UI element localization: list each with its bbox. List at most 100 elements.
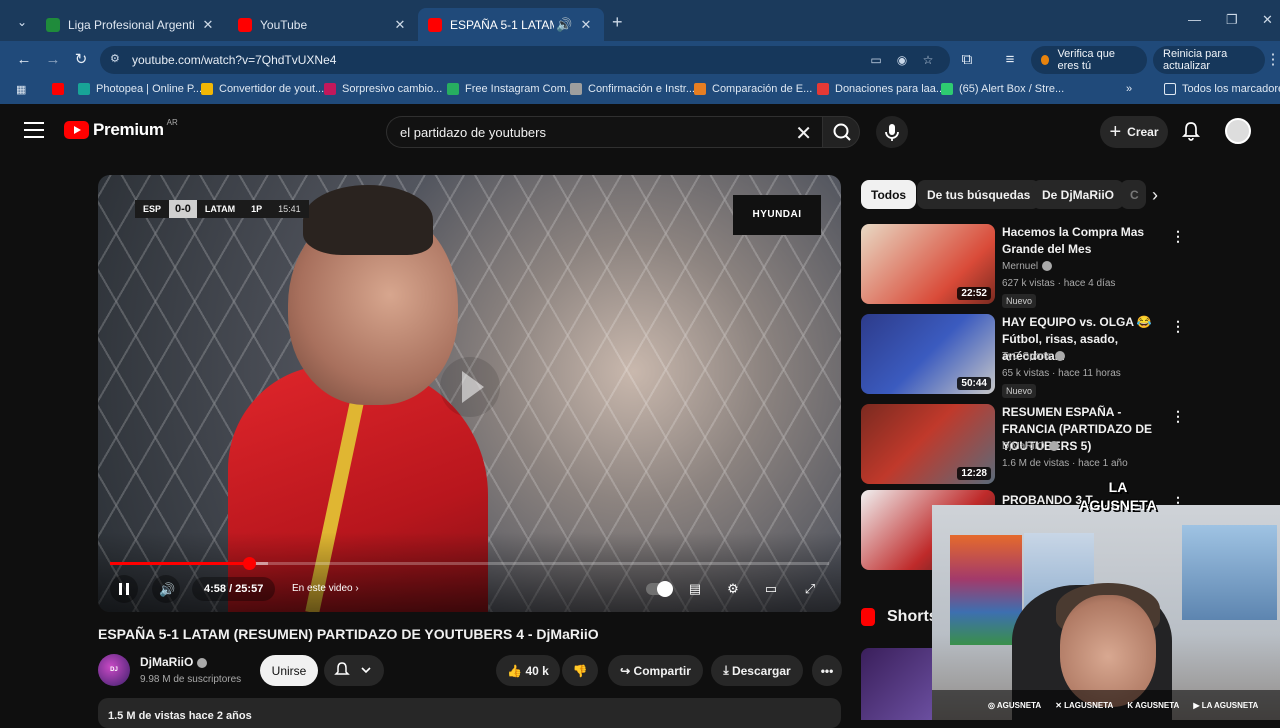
youtube-bookmark[interactable] — [52, 83, 70, 95]
country-code: AR — [166, 117, 178, 127]
bookmark-item[interactable]: Convertidor de yout... — [201, 83, 324, 95]
youtube-premium-logo[interactable]: Premium AR — [64, 117, 178, 140]
account-avatar[interactable] — [1225, 118, 1251, 144]
share-button[interactable]: ↪ Compartir — [608, 655, 703, 686]
bookmark-item[interactable]: Free Instagram Com... — [447, 83, 575, 95]
site-info-icon[interactable]: ⚙ — [110, 52, 126, 68]
tab-search-button[interactable]: ⌄ — [12, 12, 32, 32]
share-label: Compartir — [633, 663, 691, 678]
related-video[interactable]: 12:28 RESUMEN ESPAÑA - FRANCIA (PARTIDAZ… — [861, 404, 1185, 486]
voice-search-button[interactable] — [876, 116, 908, 148]
close-icon[interactable]: ✕ — [392, 17, 408, 33]
chip-label: De tus búsquedas — [927, 187, 1031, 202]
related-channel[interactable]: TyC Sports — [1002, 351, 1066, 362]
clear-search-icon[interactable]: ✕ — [795, 121, 812, 146]
bookmark-item[interactable]: Photopea | Online P... — [78, 83, 202, 95]
played-bar — [110, 562, 249, 565]
join-button[interactable]: Unirse — [260, 655, 318, 686]
extensions-icon[interactable]: ⧉ — [956, 49, 978, 71]
bookmark-star-icon[interactable]: ☆ — [920, 52, 936, 68]
chip-from-channel[interactable]: De DjMaRiiO — [1032, 180, 1125, 209]
install-app-icon[interactable]: ▭ — [868, 52, 884, 68]
reload-icon[interactable]: ↻ — [70, 49, 92, 71]
back-icon[interactable]: ← — [13, 49, 35, 71]
tab-liga-profesional[interactable]: Liga Profesional Argentina - PC ✕ — [36, 8, 226, 41]
volume-button[interactable]: 🔊 — [152, 575, 180, 603]
short-thumbnail[interactable] — [861, 648, 933, 720]
thumbs-up-icon: 👍 — [507, 663, 523, 678]
related-video[interactable]: 50:44 HAY EQUIPO vs. OLGA 😂 Fútbol, risa… — [861, 314, 1185, 398]
tab-espana-latam[interactable]: ESPAÑA 5-1 LATAM (RESUM 🔊 ✕ — [418, 8, 604, 41]
search-box[interactable]: ✕ — [386, 116, 822, 148]
forward-icon[interactable]: → — [42, 49, 64, 71]
close-icon[interactable]: ✕ — [578, 17, 594, 33]
bookmark-item[interactable]: Donaciones para laa... — [817, 83, 945, 95]
browser-menu-icon[interactable]: ⋮ — [1262, 49, 1280, 71]
chapters-button[interactable]: En este video › — [292, 583, 359, 594]
webcam-overlay: ◎ AGUSNETA ✕ LAGUSNETA K AGUSNETA ▶ LA A… — [932, 505, 1280, 720]
compare-icon — [694, 83, 706, 95]
related-video[interactable]: 22:52 Hacemos la Compra Mas Grande del M… — [861, 224, 1185, 308]
autoplay-toggle[interactable] — [646, 581, 673, 597]
play-overlay-icon[interactable] — [440, 357, 500, 417]
bookmark-label: (65) Alert Box / Stre... — [959, 83, 1065, 95]
video-thumbnail[interactable]: 12:28 — [861, 404, 995, 484]
new-tab-button[interactable]: + — [612, 12, 623, 33]
more-bookmarks-icon[interactable]: » — [1126, 83, 1132, 95]
channel-name[interactable]: DjMaRiiO — [140, 655, 208, 669]
fullscreen-icon[interactable]: ⤢ — [799, 579, 821, 599]
theater-mode-icon[interactable]: ▭ — [760, 579, 782, 599]
all-bookmarks[interactable]: Todos los marcadores — [1164, 83, 1280, 95]
description-box[interactable]: 1.5 M de vistas hace 2 años — [98, 698, 841, 728]
score: 0-0 — [169, 200, 197, 218]
video-thumbnail[interactable]: 50:44 — [861, 314, 995, 394]
chevron-right-icon[interactable]: › — [1152, 185, 1158, 206]
chip-from-searches[interactable]: De tus búsquedas — [917, 180, 1041, 209]
search-input[interactable] — [400, 125, 780, 140]
video-player[interactable]: ESP 0-0 LATAM 1P 15:41 HYUNDAI 🔊 4:58 / … — [98, 175, 841, 612]
close-window-icon[interactable]: ✕ — [1262, 12, 1273, 28]
audio-playing-icon[interactable]: 🔊 — [556, 17, 572, 33]
more-vertical-icon[interactable]: ⋮ — [1171, 318, 1185, 335]
more-vertical-icon[interactable]: ⋮ — [1171, 228, 1185, 245]
progress-bar[interactable] — [110, 557, 829, 570]
restore-icon[interactable]: ❐ — [1226, 12, 1238, 28]
menu-icon[interactable] — [24, 122, 44, 140]
related-channel[interactable]: DjMaRiiO — [1002, 441, 1059, 452]
minimize-icon[interactable]: — — [1188, 12, 1201, 27]
settings-gear-icon[interactable]: ⚙ — [722, 579, 744, 599]
chip-partial[interactable]: C — [1120, 180, 1146, 209]
verify-identity-button[interactable]: Verifica que eres tú — [1031, 46, 1147, 74]
download-button[interactable]: ⤓ Descargar — [711, 655, 803, 686]
restart-update-button[interactable]: Reinicia para actualizar — [1153, 46, 1265, 74]
subscribed-notifications-button[interactable] — [324, 655, 384, 686]
chip-all[interactable]: Todos — [861, 180, 917, 209]
create-button[interactable]: + Crear — [1100, 116, 1168, 148]
more-actions-button[interactable]: ••• — [812, 655, 842, 686]
subtitles-icon[interactable]: ▤ — [684, 579, 706, 599]
more-vertical-icon[interactable]: ⋮ — [1171, 408, 1185, 425]
related-meta: 627 k vistas · hace 4 días — [1002, 278, 1116, 289]
channel-avatar[interactable]: DJ — [98, 654, 130, 686]
bookmark-item[interactable]: Confirmación e Instr... — [570, 83, 695, 95]
media-control-icon[interactable]: ≡ — [999, 49, 1021, 71]
notifications-bell-icon[interactable] — [1180, 120, 1202, 142]
scrubber-handle[interactable] — [242, 557, 256, 570]
url-text[interactable]: youtube.com/watch?v=7QhdTvUXNe4 — [132, 53, 336, 67]
time-display: 4:58 / 25:57 — [192, 577, 276, 601]
address-bar[interactable]: ⚙ youtube.com/watch?v=7QhdTvUXNe4 ▭ ◉ ☆ — [100, 46, 950, 74]
photopea-icon — [78, 83, 90, 95]
tracking-protection-icon[interactable]: ◉ — [894, 52, 910, 68]
like-button[interactable]: 👍 40 k — [496, 655, 560, 686]
close-icon[interactable]: ✕ — [200, 17, 216, 33]
pause-button[interactable] — [110, 575, 138, 603]
related-channel[interactable]: Mernuel — [1002, 261, 1053, 272]
bookmark-item[interactable]: (65) Alert Box / Stre... — [941, 83, 1064, 95]
apps-grid-icon[interactable]: ▦ — [16, 83, 26, 96]
bookmark-item[interactable]: Comparación de E... — [694, 83, 812, 95]
dislike-button[interactable]: 👎 — [562, 655, 598, 686]
video-thumbnail[interactable]: 22:52 — [861, 224, 995, 304]
search-button[interactable] — [822, 116, 860, 148]
bookmark-item[interactable]: Sorpresivo cambio... — [324, 83, 442, 95]
tab-youtube[interactable]: YouTube ✕ — [228, 8, 418, 41]
